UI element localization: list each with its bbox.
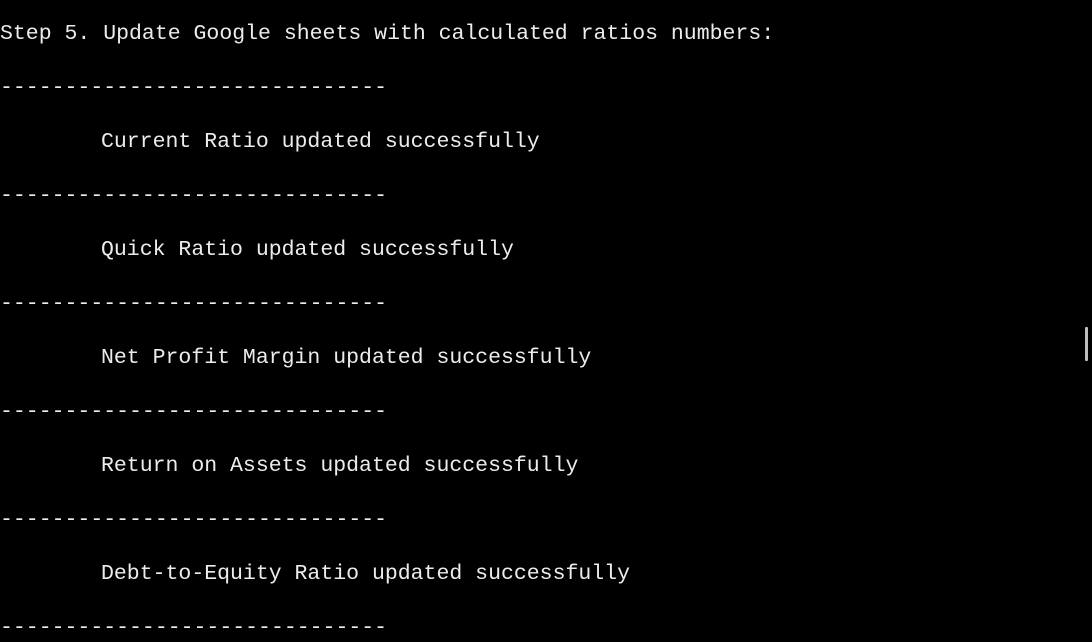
step-heading: Step 5. Update Google sheets with calcul… xyxy=(0,22,775,46)
status-message-quick-ratio: Quick Ratio updated successfully xyxy=(101,238,514,262)
status-message-current-ratio: Current Ratio updated successfully xyxy=(101,130,540,154)
terminal-window[interactable]: Step 5. Update Google sheets with calcul… xyxy=(0,0,1092,642)
scrollbar-thumb[interactable] xyxy=(1085,327,1088,361)
separator-line: ------------------------------ xyxy=(0,400,388,424)
separator-line: ------------------------------ xyxy=(0,616,388,640)
separator-line: ------------------------------ xyxy=(0,508,388,532)
status-message-return-on-assets: Return on Assets updated successfully xyxy=(101,454,579,478)
separator-line: ------------------------------ xyxy=(0,184,388,208)
status-message-net-profit-margin: Net Profit Margin updated successfully xyxy=(101,346,592,370)
status-message-debt-to-equity: Debt-to-Equity Ratio updated successfull… xyxy=(101,562,630,586)
separator-line: ------------------------------ xyxy=(0,76,388,100)
separator-line: ------------------------------ xyxy=(0,292,388,316)
